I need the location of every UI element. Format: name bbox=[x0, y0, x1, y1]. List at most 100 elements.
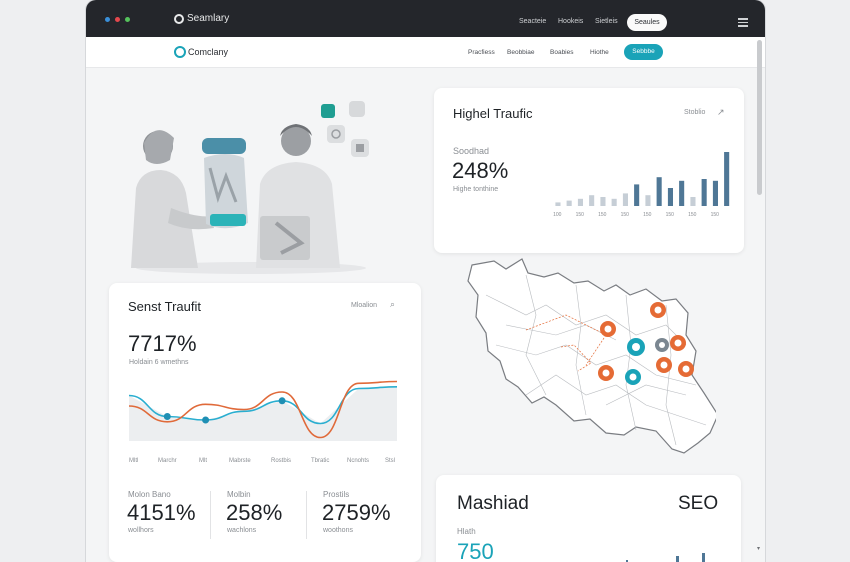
senst-card-title: Senst Traufit bbox=[128, 299, 201, 314]
map-pin-orange-4[interactable] bbox=[656, 357, 672, 373]
traffic-bar-tick: 150 bbox=[621, 212, 630, 218]
site-nav-item-3[interactable]: Boabies bbox=[550, 49, 574, 56]
vertical-scrollbar[interactable] bbox=[757, 40, 762, 195]
stat-3-label: Prostils bbox=[323, 490, 350, 499]
map-pin-orange-3[interactable] bbox=[670, 335, 686, 351]
traffic-card: Highel Traufic Stoblio ↗ Soodhad 248% Hi… bbox=[434, 88, 744, 253]
traffic-bar-tick: 150 bbox=[576, 212, 585, 218]
traffic-bar-chart: 100 150 150 150 150 150 150 150 bbox=[553, 152, 730, 218]
map-pin-orange-6[interactable] bbox=[598, 365, 614, 381]
menu-icon[interactable] bbox=[738, 18, 748, 27]
stat-2-label: Molbin bbox=[227, 490, 251, 499]
map-pin-teal-1[interactable] bbox=[627, 338, 645, 356]
site-logo[interactable]: Comclany bbox=[174, 46, 228, 58]
x-label-3: Mlt bbox=[199, 458, 207, 464]
traffic-bar[interactable] bbox=[577, 198, 583, 206]
site-logo-ring-icon bbox=[174, 46, 186, 58]
window-dot-blue[interactable] bbox=[105, 17, 110, 22]
app-nav-item-1[interactable]: Seacteie bbox=[519, 18, 546, 25]
stat-2-sub: wachlons bbox=[227, 527, 257, 534]
map-pin-orange-1[interactable] bbox=[650, 302, 666, 318]
site-navbar: Comclany Pracfiess Beobbiae Boabies Hiot… bbox=[86, 37, 765, 68]
x-label-1: Mltl bbox=[129, 458, 139, 464]
badge-chat-icon bbox=[349, 101, 365, 117]
app-logo[interactable]: Seamlary bbox=[174, 13, 229, 24]
traffic-bar[interactable] bbox=[679, 180, 685, 206]
app-nav-item-3[interactable]: Sietleis bbox=[595, 18, 618, 25]
stat-2-value: 258% bbox=[226, 500, 283, 525]
traffic-bar-tick: 150 bbox=[598, 212, 607, 218]
senst-traffic-card: Senst Traufit Mloalion ⌕ 7717% Holdain 6… bbox=[109, 283, 421, 562]
line-point-marker[interactable] bbox=[202, 416, 210, 424]
traffic-bar[interactable] bbox=[600, 197, 606, 206]
stat-3-value: 2759% bbox=[322, 500, 391, 525]
logo-ring-icon bbox=[174, 13, 184, 24]
line-point-marker[interactable] bbox=[163, 413, 171, 420]
stat-3-sub: woothons bbox=[323, 527, 353, 534]
badge-green-icon bbox=[321, 104, 335, 118]
traffic-bar[interactable] bbox=[634, 184, 640, 206]
app-nav-pill-button[interactable]: Seaules bbox=[627, 14, 667, 31]
traffic-label: Soodhad bbox=[453, 146, 490, 156]
traffic-value: 248% bbox=[452, 158, 509, 183]
traffic-bar[interactable] bbox=[712, 180, 718, 206]
x-label-7: Ncnohts bbox=[347, 458, 370, 464]
mashiad-title: Mashiad bbox=[457, 493, 529, 514]
search-icon[interactable]: ⌕ bbox=[390, 299, 395, 310]
badge-camera-icon bbox=[327, 125, 345, 143]
stat-divider-2 bbox=[306, 491, 307, 539]
traffic-bar-tick: 150 bbox=[643, 212, 652, 218]
stat-1-label: Molon Bano bbox=[128, 490, 171, 499]
app-logo-text: Seamlary bbox=[187, 13, 230, 24]
traffic-bar[interactable] bbox=[589, 195, 595, 206]
traffic-bar[interactable] bbox=[656, 177, 662, 206]
traffic-bar[interactable] bbox=[611, 198, 617, 206]
traffic-card-title: Highel Traufic bbox=[453, 106, 533, 121]
mashiad-card: Mashiad SEO Hlath 750 bbox=[436, 475, 741, 562]
traffic-card-action[interactable]: Stoblio bbox=[684, 109, 705, 116]
hero-illustration bbox=[131, 101, 369, 274]
traffic-bar-tick: 100 bbox=[553, 212, 562, 218]
traffic-bar-tick: 150 bbox=[688, 212, 697, 218]
line-point-marker[interactable] bbox=[278, 397, 286, 405]
traffic-bar[interactable] bbox=[667, 188, 673, 206]
traffic-bar[interactable] bbox=[701, 179, 707, 206]
site-nav-item-1[interactable]: Pracfiess bbox=[468, 49, 495, 56]
traffic-bar[interactable] bbox=[724, 152, 730, 206]
traffic-bar[interactable] bbox=[566, 200, 572, 206]
window-dot-green[interactable] bbox=[125, 17, 130, 22]
window-dot-red[interactable] bbox=[115, 17, 120, 22]
mashiad-value: 750 bbox=[457, 539, 494, 562]
traffic-bar[interactable] bbox=[622, 193, 628, 206]
traffic-bar-tick: 150 bbox=[711, 212, 720, 218]
map-pin-orange-2[interactable] bbox=[600, 321, 616, 337]
bottom-scroll-arrow-icon[interactable]: ▾ bbox=[757, 545, 760, 552]
traffic-bar-tick: 150 bbox=[666, 212, 675, 218]
person-left-figure bbox=[131, 130, 214, 268]
external-link-icon[interactable]: ↗ bbox=[717, 107, 725, 118]
stat-1-value: 4151% bbox=[127, 500, 196, 525]
traffic-bar[interactable] bbox=[645, 195, 651, 206]
x-label-8: Stsl bbox=[385, 458, 396, 464]
stat-divider-1 bbox=[210, 491, 211, 539]
x-label-5: Rostbis bbox=[271, 458, 292, 464]
traffic-bar[interactable] bbox=[690, 197, 696, 206]
site-nav-item-2[interactable]: Beobbiae bbox=[507, 49, 534, 56]
mashiad-tag: SEO bbox=[678, 493, 719, 514]
site-nav-item-4[interactable]: Hiothe bbox=[590, 49, 609, 56]
map-pin-teal-2[interactable] bbox=[625, 369, 641, 385]
app-titlebar: Seamlary Seacteie Hookeis Sietleis Seaul… bbox=[86, 0, 765, 37]
app-nav-item-2[interactable]: Hookeis bbox=[558, 18, 583, 25]
map-pin-gray-1[interactable] bbox=[655, 338, 669, 352]
site-cta-button[interactable]: Sebbbe bbox=[624, 44, 663, 60]
x-label-4: Mabrste bbox=[229, 458, 251, 464]
traffic-bar[interactable] bbox=[555, 202, 561, 206]
map-pin-orange-5[interactable] bbox=[678, 361, 694, 377]
senst-search-label[interactable]: Mloalion bbox=[351, 302, 377, 309]
x-label-6: Tbratic bbox=[311, 458, 330, 464]
traffic-sub: Highe tonthine bbox=[453, 186, 499, 193]
region-map bbox=[467, 258, 716, 454]
browser-window: Seamlary Seacteie Hookeis Sietleis Seaul… bbox=[86, 0, 765, 562]
mashiad-label: Hlath bbox=[457, 527, 476, 536]
site-logo-text: Comclany bbox=[188, 47, 229, 57]
